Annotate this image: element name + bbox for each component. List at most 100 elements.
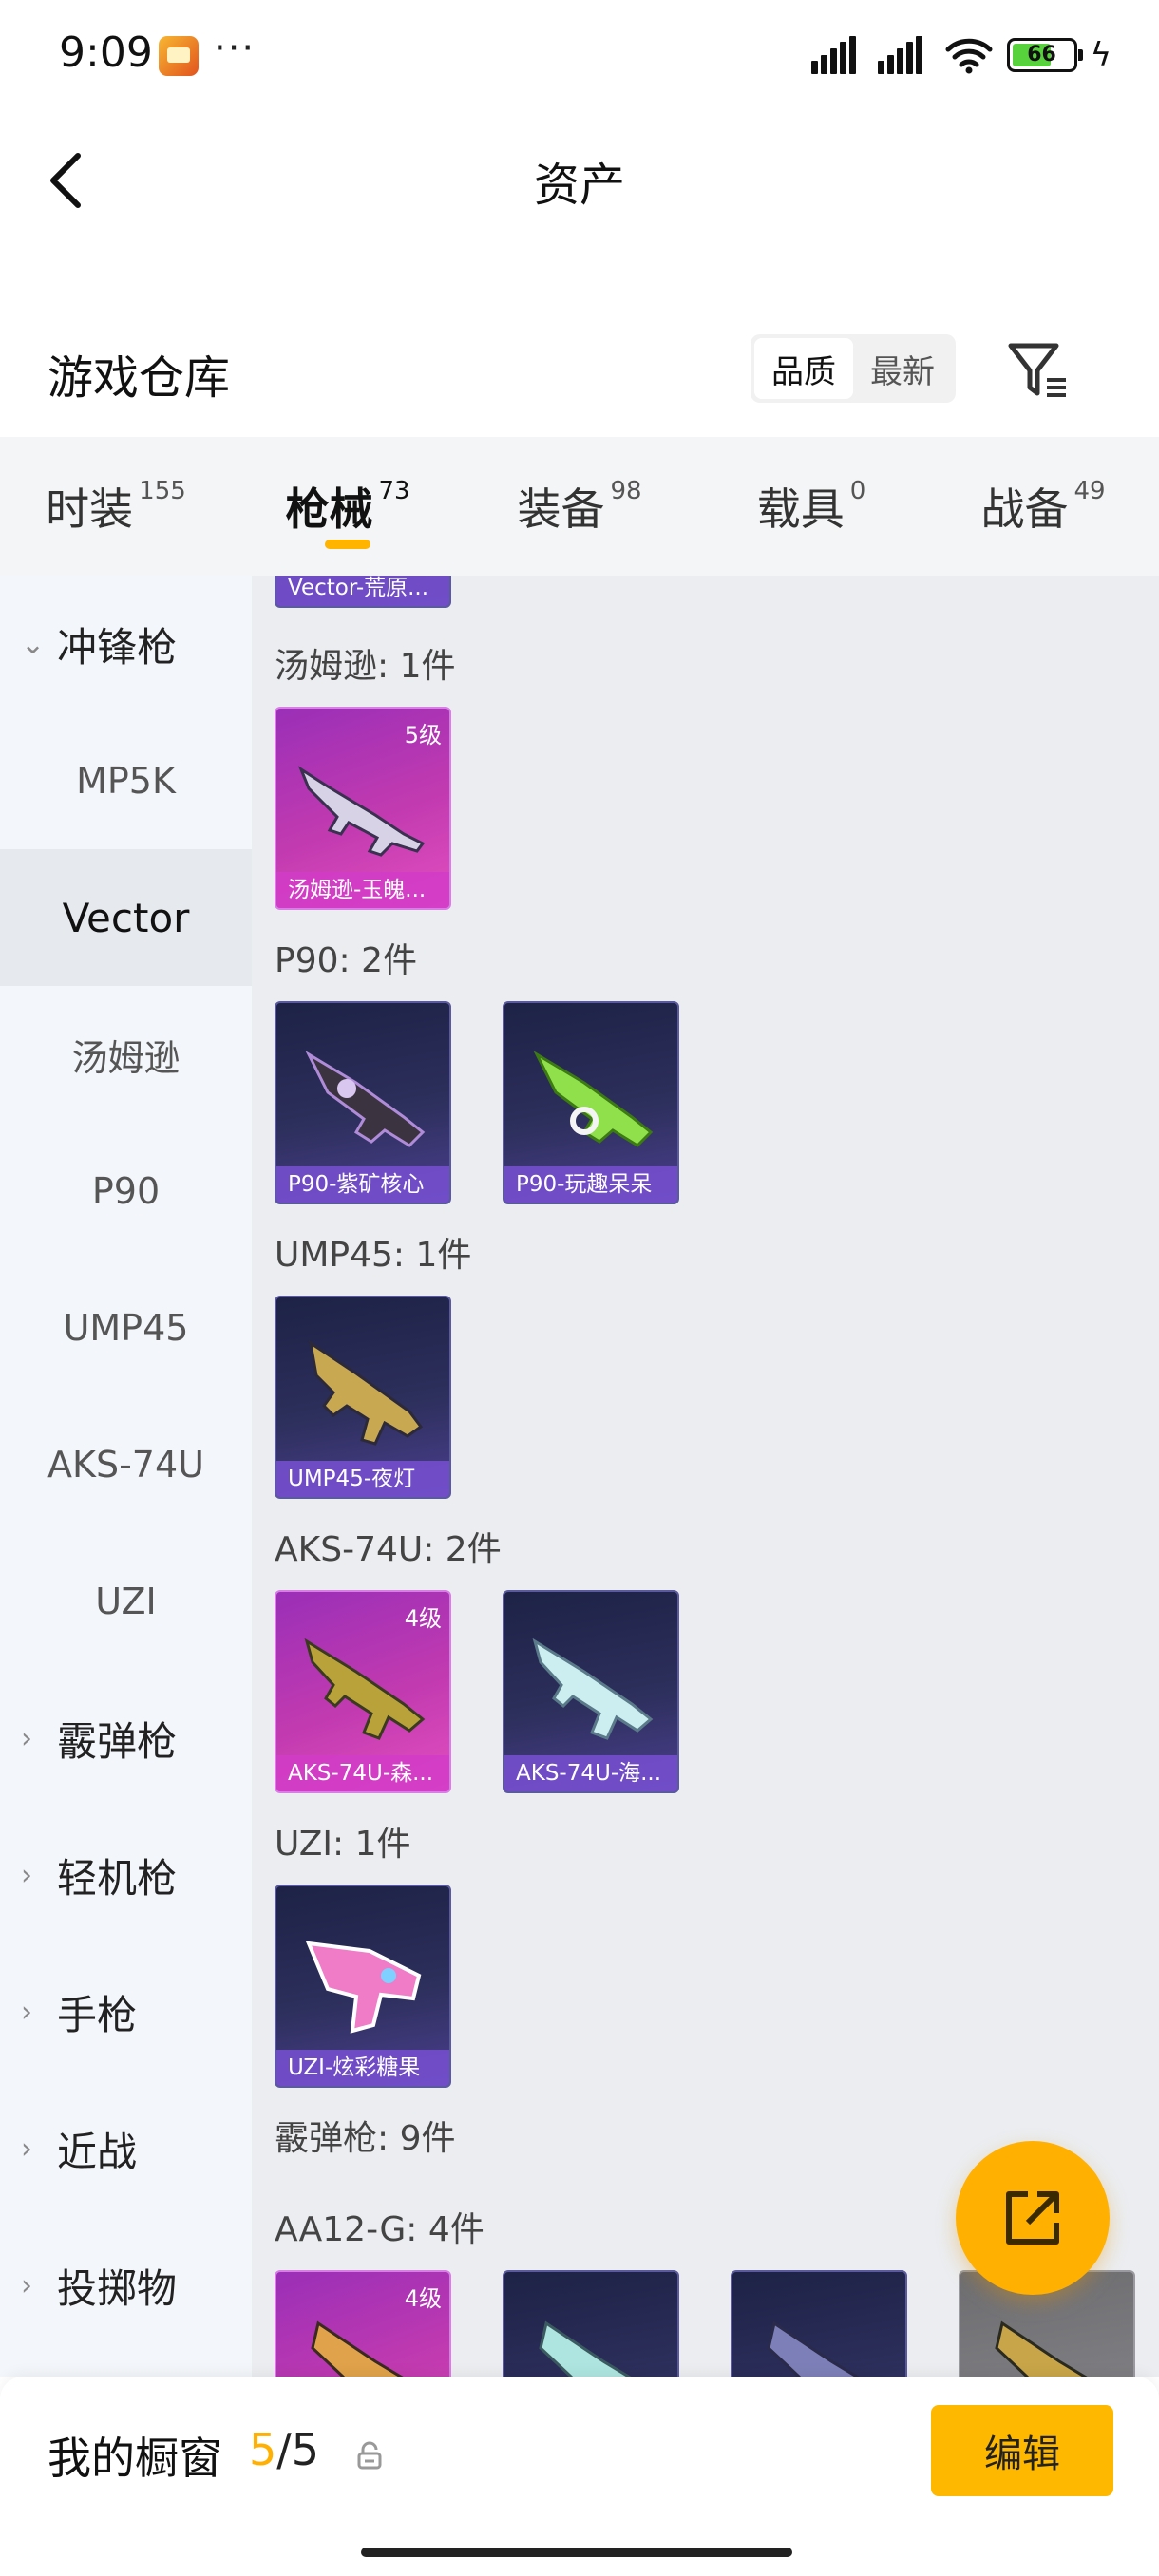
charging-icon: ϟ (1090, 36, 1112, 74)
group-label-aks74u: AKS-74U: 2件 (275, 1530, 502, 1569)
signal-icon (810, 36, 864, 74)
weapon-image (305, 1941, 422, 2034)
battery-level: 66 (1027, 43, 1056, 66)
showcase-bar: 我的橱窗 5/5 编辑 (0, 2377, 1159, 2576)
group-label-uzi: UZI: 1件 (275, 1825, 411, 1864)
sort-by-quality-button[interactable]: 品质 (754, 338, 853, 399)
weapon-card[interactable]: 5级 汤姆逊-玉魄... (275, 707, 451, 910)
section-header: 游戏仓库 品质 最新 (0, 313, 1159, 427)
showcase-count: 5/5 (249, 2424, 319, 2475)
group-label-ump45: UMP45: 1件 (275, 1236, 472, 1275)
tab-fashion[interactable]: 时装 155 (0, 437, 232, 576)
weapon-card[interactable] (731, 2270, 907, 2377)
weapon-card-name: UMP45-夜灯 (276, 1461, 449, 1497)
weapon-card[interactable]: Vector-荒原... (275, 576, 451, 608)
sidebar-group-smg[interactable]: ⌄ 冲锋枪 (0, 576, 252, 712)
more-notifications-icon: ··· (214, 27, 256, 70)
weapon-card[interactable]: 4级 AKS-74U-森... (275, 1590, 451, 1793)
status-icons: 66 ϟ (810, 36, 1112, 74)
weapon-card[interactable]: UMP45-夜灯 (275, 1296, 451, 1499)
tab-count: 49 (1074, 477, 1106, 505)
weapon-card-name: UZI-炫彩糖果 (276, 2050, 449, 2086)
sidebar-item-ump45[interactable]: UMP45 (0, 1260, 252, 1396)
sidebar-item-uzi[interactable]: UZI (0, 1533, 252, 1670)
sidebar-group-shotgun[interactable]: › 霰弹枪 (0, 1670, 252, 1807)
home-indicator (361, 2548, 792, 2557)
weapon-image (539, 2320, 632, 2377)
weapon-card-name: P90-紫矿核心 (276, 1166, 449, 1203)
chevron-right-icon: › (21, 2268, 32, 2302)
group-label-thompson: 汤姆逊: 1件 (275, 647, 456, 686)
battery-icon: 66 (1006, 38, 1083, 72)
chevron-right-icon: › (21, 1995, 32, 2029)
tab-label: 战备 (980, 483, 1069, 535)
group-label-p90: P90: 2件 (275, 941, 417, 980)
tab-count: 155 (139, 477, 186, 505)
weapon-card[interactable]: 4级 (275, 2270, 451, 2377)
weapon-image (767, 2320, 860, 2377)
lock-icon (357, 2441, 382, 2470)
signal-icon-2 (877, 36, 931, 74)
sidebar-group-pistol[interactable]: › 手枪 (0, 1943, 252, 2080)
sidebar-group-label: 霰弹枪 (57, 1717, 178, 1765)
weapon-image (305, 1051, 426, 1147)
weapon-card[interactable]: UZI-炫彩糖果 (275, 1885, 451, 2088)
weapon-card-name: AKS-74U-海... (504, 1755, 677, 1791)
weapon-image (533, 1051, 654, 1147)
tab-guns[interactable]: 枪械 73 (232, 437, 464, 576)
weapon-image (297, 766, 426, 857)
active-tab-indicator (325, 540, 370, 549)
sidebar-group-lmg[interactable]: › 轻机枪 (0, 1807, 252, 1943)
sidebar-item-mp5k[interactable]: MP5K (0, 712, 252, 849)
chevron-right-icon: › (21, 1858, 32, 1892)
status-bar: 9:09 ··· 66 ϟ (0, 0, 1159, 104)
chevron-right-icon: › (21, 2131, 32, 2166)
weapon-image (995, 2320, 1088, 2377)
group-label-aa12: AA12-G: 4件 (275, 2210, 484, 2249)
tab-count: 73 (378, 477, 410, 505)
tab-supplies[interactable]: 战备 49 (927, 437, 1159, 576)
weapon-card[interactable] (503, 2270, 679, 2377)
category-tabs: 时装 155 枪械 73 装备 98 载具 0 战备 49 (0, 437, 1159, 576)
showcase-separator: / (276, 2424, 292, 2475)
app-header: 资产 (0, 104, 1159, 247)
app-notification-icon (159, 36, 199, 76)
showcase-current: 5 (249, 2424, 277, 2475)
tab-label: 载具 (756, 483, 845, 535)
showcase-label: 我的橱窗 (48, 2433, 222, 2484)
weapon-card-name: P90-玩趣呆呆 (504, 1166, 677, 1203)
share-button[interactable] (956, 2141, 1110, 2295)
wifi-icon (945, 38, 993, 74)
tab-label: 时装 (46, 483, 134, 535)
group-label-shotgun: 霰弹枪: 9件 (275, 2119, 456, 2158)
share-icon (1006, 2191, 1059, 2245)
sidebar-group-label: 投掷物 (57, 2264, 178, 2312)
page-title: 资产 (533, 159, 625, 212)
weapon-card-name: 汤姆逊-玉魄... (276, 872, 449, 908)
sidebar-group-label: 轻机枪 (57, 1854, 178, 1902)
tab-vehicles[interactable]: 载具 0 (695, 437, 927, 576)
sidebar-item-vector[interactable]: Vector (0, 849, 252, 986)
weapon-card[interactable]: P90-紫矿核心 (275, 1001, 451, 1204)
sort-by-newest-button[interactable]: 最新 (853, 338, 952, 399)
sidebar-group-throwable[interactable]: › 投掷物 (0, 2217, 252, 2354)
weapon-image (304, 1638, 426, 1740)
sidebar-item-aks74u[interactable]: AKS-74U (0, 1396, 252, 1533)
sidebar-group-label: 近战 (57, 2128, 138, 2175)
weapon-image (532, 1638, 654, 1740)
edit-button[interactable]: 编辑 (931, 2405, 1113, 2496)
sidebar-group-melee[interactable]: › 近战 (0, 2080, 252, 2217)
weapon-type-sidebar: ⌄ 冲锋枪 MP5K Vector 汤姆逊 P90 UMP45 AKS-74U … (0, 576, 252, 2377)
weapon-card[interactable]: P90-玩趣呆呆 (503, 1001, 679, 1204)
sidebar-group-label: 手枪 (57, 1991, 138, 2038)
sidebar-item-p90[interactable]: P90 (0, 1123, 252, 1260)
tab-count: 0 (849, 477, 866, 505)
sidebar-item-thompson[interactable]: 汤姆逊 (0, 986, 252, 1123)
tab-equipment[interactable]: 装备 98 (464, 437, 695, 576)
filter-icon[interactable] (1005, 336, 1072, 403)
weapon-card[interactable]: AKS-74U-海... (503, 1590, 679, 1793)
status-time: 9:09 (59, 28, 153, 77)
weapon-card-name: Vector-荒原... (276, 576, 449, 606)
weapon-level: 4级 (404, 1605, 442, 1632)
tab-count: 98 (610, 477, 642, 505)
